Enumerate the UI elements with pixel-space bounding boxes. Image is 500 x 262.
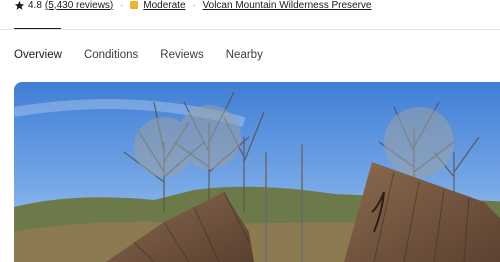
star-icon xyxy=(14,0,25,10)
header-divider xyxy=(0,29,500,30)
separator-dot: · xyxy=(120,0,124,10)
tab-conditions[interactable]: Conditions xyxy=(84,49,138,61)
separator-dot: · xyxy=(192,0,196,10)
trail-photo-image xyxy=(14,82,500,262)
park-link[interactable]: Volcan Mountain Wilderness Preserve xyxy=(203,0,372,11)
tab-reviews[interactable]: Reviews xyxy=(160,49,203,61)
difficulty-link[interactable]: Moderate xyxy=(143,0,185,11)
rating-value: 4.8 xyxy=(28,0,42,11)
tab-overview[interactable]: Overview xyxy=(14,49,62,61)
difficulty-square-icon xyxy=(130,1,139,9)
reviews-link[interactable]: (5,430 reviews) xyxy=(45,0,113,11)
trail-meta-row: 4.8 (5,430 reviews) · Moderate · Volcan … xyxy=(14,0,372,12)
tab-nearby[interactable]: Nearby xyxy=(226,49,263,61)
tab-bar: Overview Conditions Reviews Nearby xyxy=(14,49,285,61)
trail-photo[interactable] xyxy=(14,82,500,262)
